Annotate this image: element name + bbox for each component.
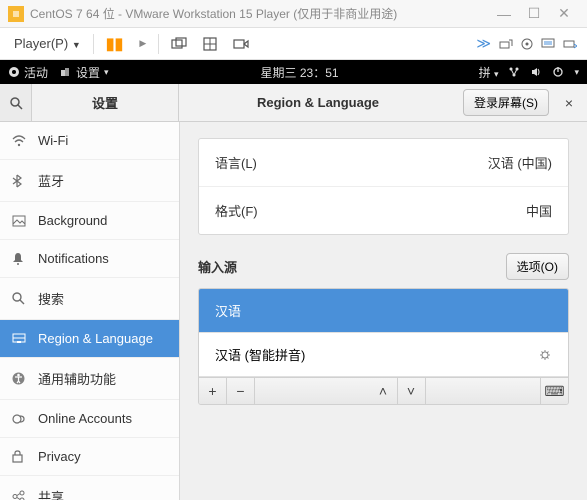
device-icon-3[interactable] [521, 38, 533, 50]
power-icon[interactable] [552, 66, 564, 78]
sidebar-item-bluetooth[interactable]: 蓝牙 [0, 160, 179, 202]
login-screen-button[interactable]: 登录屏幕(S) [463, 89, 549, 116]
sidebar-item-label: Background [38, 213, 107, 228]
sidebar-item-background[interactable]: Background [0, 202, 179, 240]
wifi-icon [12, 135, 28, 147]
settings-sidebar: Wi-Fi 蓝牙 Background Notifications 搜索 Reg… [0, 122, 180, 500]
sidebar-item-sharing[interactable]: 共享 [0, 476, 179, 500]
input-source-item[interactable]: 汉语 [199, 289, 568, 333]
sidebar-item-privacy[interactable]: Privacy [0, 438, 179, 476]
sidebar-item-online-accounts[interactable]: Online Accounts [0, 400, 179, 438]
options-button[interactable]: 选项(O) [506, 253, 569, 280]
input-source-label: 汉语 (智能拼音) [215, 345, 305, 364]
sidebar-item-wifi[interactable]: Wi-Fi [0, 122, 179, 160]
player-menu[interactable]: Player(P) ▼ [8, 34, 87, 53]
settings-title: 设置 [32, 84, 179, 121]
input-source-label: 汉语 [215, 301, 241, 320]
sidebar-item-label: 搜索 [38, 289, 64, 308]
maximize-button[interactable]: ☐ [519, 5, 549, 22]
source-settings-icon[interactable] [538, 348, 552, 362]
sidebar-item-label: Online Accounts [38, 411, 132, 426]
play-button[interactable]: ▶ [133, 36, 152, 51]
volume-icon[interactable] [530, 66, 542, 78]
share-icon [12, 490, 28, 500]
input-sources-title: 输入源 [198, 257, 237, 276]
region-icon [12, 333, 28, 345]
search-icon [12, 292, 28, 305]
online-accounts-icon [12, 413, 28, 425]
remove-source-button[interactable]: − [227, 378, 255, 404]
sidebar-item-label: Privacy [38, 449, 81, 464]
sidebar-item-label: 共享 [38, 487, 64, 500]
activities-button[interactable]: 活动 [8, 64, 48, 81]
sidebar-item-label: Region & Language [38, 331, 153, 346]
bluetooth-icon [12, 174, 28, 188]
window-titlebar: CentOS 7 64 位 - VMware Workstation 15 Pl… [0, 0, 587, 28]
sidebar-item-region[interactable]: Region & Language [0, 320, 179, 358]
player-toolbar: Player(P) ▼ ▮▮ ▶ ≫ [0, 28, 587, 60]
language-label: 语言(L) [215, 153, 257, 172]
keyboard-layout-button[interactable]: ⌨ [540, 378, 568, 404]
format-row[interactable]: 格式(F) 中国 [199, 187, 568, 234]
bell-icon [12, 252, 28, 265]
snapshot-button[interactable] [165, 35, 193, 53]
move-down-button[interactable]: ˅ [398, 378, 426, 404]
sidebar-item-label: Wi-Fi [38, 133, 68, 148]
sidebar-item-label: 蓝牙 [38, 171, 64, 190]
search-button[interactable] [0, 84, 32, 121]
language-row[interactable]: 语言(L) 汉语 (中国) [199, 139, 568, 187]
input-sources-list: 汉语 汉语 (智能拼音) + − ˄ ˅ ⌨ [198, 288, 569, 405]
add-source-button[interactable]: + [199, 378, 227, 404]
vmware-icon [8, 6, 24, 22]
close-panel-button[interactable]: × [555, 95, 583, 111]
fullscreen-button[interactable] [197, 35, 223, 53]
sidebar-item-notifications[interactable]: Notifications [0, 240, 179, 278]
panel-title: Region & Language [179, 95, 457, 110]
accessibility-icon [12, 372, 28, 385]
pause-button[interactable]: ▮▮ [100, 32, 130, 56]
region-language-panel: 语言(L) 汉语 (中国) 格式(F) 中国 输入源 选项(O) 汉语 汉语 (… [180, 122, 587, 500]
close-window-button[interactable]: ✕ [549, 5, 579, 22]
settings-header: 设置 Region & Language 登录屏幕(S) × [0, 84, 587, 122]
format-value: 中国 [526, 201, 552, 220]
window-title: CentOS 7 64 位 - VMware Workstation 15 Pl… [30, 5, 397, 22]
sidebar-item-accessibility[interactable]: 通用辅助功能 [0, 358, 179, 400]
gnome-top-bar: 活动 设置 ▾ 星期三 23：51 拼 ▾ ▾ [0, 60, 587, 84]
device-icon-2[interactable] [499, 38, 513, 50]
input-method-indicator[interactable]: 拼 ▾ [479, 64, 499, 81]
background-icon [12, 215, 28, 227]
sidebar-item-label: Notifications [38, 251, 109, 266]
network-status-icon[interactable] [508, 66, 520, 78]
format-label: 格式(F) [215, 201, 258, 220]
sidebar-item-search[interactable]: 搜索 [0, 278, 179, 320]
input-sources-toolbar: + − ˄ ˅ ⌨ [199, 377, 568, 404]
app-menu[interactable]: 设置 ▾ [60, 64, 109, 81]
system-menu-chevron[interactable]: ▾ [574, 67, 579, 78]
minimize-button[interactable]: — [489, 6, 519, 22]
unity-button[interactable] [227, 35, 255, 53]
input-source-item[interactable]: 汉语 (智能拼音) [199, 333, 568, 377]
privacy-icon [12, 450, 28, 463]
sidebar-item-label: 通用辅助功能 [38, 369, 116, 388]
move-up-button[interactable]: ˄ [370, 378, 398, 404]
network-adapter-icon[interactable] [541, 38, 555, 50]
device-icon-1[interactable]: ≫ [476, 35, 491, 52]
tools-dropdown-icon[interactable] [563, 39, 577, 49]
language-value: 汉语 (中国) [488, 153, 552, 172]
clock[interactable]: 星期三 23：51 [121, 64, 479, 81]
